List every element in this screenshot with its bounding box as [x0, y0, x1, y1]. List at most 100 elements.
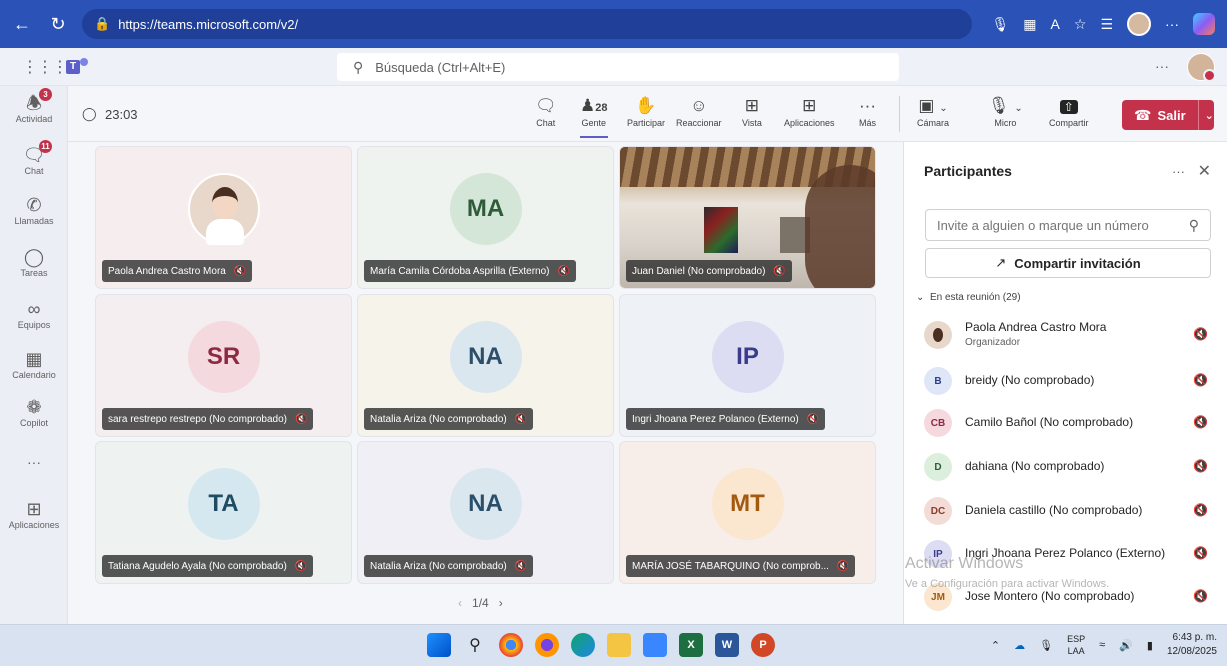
video-tile-camera[interactable]: Juan Daniel (No comprobado) 🔇	[619, 146, 876, 289]
snipping-tool-icon[interactable]	[643, 633, 667, 657]
participant-row[interactable]: JM Jose Montero (No comprobado) 🔇	[924, 580, 1224, 614]
chat-badge: 11	[39, 140, 52, 153]
tool-participar[interactable]: ✋ Participar	[627, 94, 665, 128]
video-tile[interactable]: IP Ingri Jhoana Perez Polanco (Externo) 🔇	[619, 294, 876, 437]
rail-item-actividad[interactable]: 🕭 3 Actividad	[0, 88, 68, 124]
rail-item-more[interactable]: ···	[0, 454, 68, 470]
favorite-star-icon[interactable]: ☆	[1074, 16, 1087, 33]
share-screen-button[interactable]: ⇧ Compartir	[1049, 94, 1089, 128]
video-tile[interactable]: Paola Andrea Castro Mora 🔇	[95, 146, 352, 289]
rail-item-copilot[interactable]: ❁ Copilot	[0, 396, 68, 428]
tile-name: Natalia Ariza (No comprobado)	[370, 560, 507, 572]
leave-button[interactable]: ☎ Salir ⌄	[1122, 100, 1214, 130]
battery-icon[interactable]: ▮	[1147, 639, 1153, 652]
rail-item-tareas[interactable]: ◯ Tareas	[0, 246, 68, 278]
tool-reaccionar[interactable]: ☺ Reaccionar	[676, 94, 722, 128]
video-tile[interactable]: MA María Camila Córdoba Asprilla (Extern…	[357, 146, 614, 289]
excel-icon[interactable]: X	[679, 633, 703, 657]
mic-off-icon: 🔇	[514, 560, 528, 572]
participant-row[interactable]: DC Daniela castillo (No comprobado) 🔇	[924, 494, 1224, 528]
rail-label: Actividad	[15, 114, 53, 124]
rail-item-aplicaciones[interactable]: ⊞ Aplicaciones	[0, 498, 68, 530]
file-explorer-icon[interactable]	[607, 633, 631, 657]
chevron-up-icon[interactable]: ⌃	[991, 639, 1000, 652]
participant-row[interactable]: B breidy (No comprobado) 🔇	[924, 364, 1224, 398]
name-tag: Tatiana Agudelo Ayala (No comprobado) 🔇	[102, 555, 314, 577]
teams-logo-icon: T	[66, 57, 88, 76]
copilot-icon[interactable]	[1193, 13, 1215, 35]
chrome-icon[interactable]	[499, 633, 523, 657]
user-avatar[interactable]	[1187, 53, 1216, 82]
meeting-toolbar: ◯ 23:03 🗨 Chat ♟28 Gente ✋ Participar ☺ …	[68, 86, 1227, 142]
chevron-down-icon[interactable]: ⌄	[1205, 109, 1214, 122]
language-indicator[interactable]: ESP LAA	[1067, 633, 1085, 657]
video-tile[interactable]: NA Natalia Ariza (No comprobado) 🔇	[357, 294, 614, 437]
grid-icon: ⊞	[744, 96, 760, 115]
chat-icon: 🗨 11	[22, 140, 52, 166]
volume-icon[interactable]: 🔊	[1119, 639, 1133, 652]
participant-row[interactable]: IP Ingri Jhoana Perez Polanco (Externo) …	[924, 537, 1224, 571]
tasks-icon: ◯	[23, 247, 45, 267]
header-more-icon[interactable]: ···	[1155, 58, 1169, 74]
phone-icon: ✆	[26, 195, 42, 215]
invite-input[interactable]	[925, 209, 1211, 241]
mic-toggle[interactable]: 🎙 ⌄ Micro	[988, 94, 1023, 128]
tile-name: MARÍA JOSÉ TABARQUINO (No comprob...	[632, 560, 829, 572]
share-invitation-button[interactable]: ↗ Compartir invitación	[925, 248, 1211, 278]
wifi-icon[interactable]: ≈	[1099, 639, 1105, 651]
edge-icon[interactable]	[571, 633, 595, 657]
back-icon[interactable]: ←	[8, 10, 36, 38]
app-launcher-icon[interactable]: ⋮⋮⋮	[22, 57, 68, 77]
rail-item-llamadas[interactable]: ✆ Llamadas	[0, 194, 68, 226]
participant-row[interactable]: D dahiana (No comprobado) 🔇	[924, 450, 1224, 484]
teams-icon: ∞	[27, 299, 41, 319]
rail-item-calendario[interactable]: ▦ Calendario	[0, 348, 68, 380]
video-tile[interactable]: NA Natalia Ariza (No comprobado) 🔇	[357, 441, 614, 584]
mic-icon[interactable]: 🎙	[992, 16, 1010, 33]
camera-toggle[interactable]: ▣ ⌄ Cámara	[917, 94, 949, 128]
video-tile[interactable]: SR sara restrepo restrepo (No comprobado…	[95, 294, 352, 437]
tool-mas[interactable]: ··· Más	[859, 94, 876, 128]
search-icon[interactable]: ⚲	[463, 633, 487, 657]
tool-vista[interactable]: ⊞ Vista	[742, 94, 762, 128]
firefox-icon[interactable]	[535, 633, 559, 657]
video-tile[interactable]: TA Tatiana Agudelo Ayala (No comprobado)…	[95, 441, 352, 584]
mic-icon[interactable]: 🎙	[1039, 639, 1053, 652]
tile-name: Paola Andrea Castro Mora	[108, 265, 226, 277]
address-bar[interactable]: 🔒 https://teams.microsoft.com/v2/	[82, 9, 972, 39]
participant-row[interactable]: Paola Andrea Castro Mora Organizador 🔇	[924, 318, 1224, 352]
clock-date: 12/08/2025	[1166, 646, 1217, 657]
powerpoint-icon[interactable]: P	[751, 633, 775, 657]
browser-profile-avatar[interactable]	[1127, 12, 1151, 36]
favorites-list-icon[interactable]: ☰	[1100, 16, 1113, 33]
tool-aplicaciones[interactable]: ⊞ Aplicaciones	[784, 94, 835, 128]
chevron-right-icon[interactable]: ›	[499, 596, 503, 610]
chevron-left-icon[interactable]: ‹	[458, 596, 462, 610]
tool-label: Participar	[627, 118, 666, 128]
read-aloud-icon[interactable]: A	[1051, 16, 1060, 32]
rail-item-equipos[interactable]: ∞ Equipos	[0, 298, 68, 330]
video-tile[interactable]: MT MARÍA JOSÉ TABARQUINO (No comprob... 🔇	[619, 441, 876, 584]
rail-item-chat[interactable]: 🗨 11 Chat	[0, 140, 68, 176]
participant-name: breidy (No comprobado)	[965, 373, 1095, 387]
apps-icon[interactable]: ▦	[1023, 16, 1036, 33]
clock-time: 6:43 p. m.	[1172, 632, 1217, 643]
browser-toolbar: ← ↻ 🔒 https://teams.microsoft.com/v2/ 🎙 …	[0, 0, 1227, 48]
mic-off-icon: 🔇	[233, 265, 247, 277]
word-icon[interactable]: W	[715, 633, 739, 657]
mic-off-icon: 🔇	[1193, 459, 1208, 473]
participant-row[interactable]: CB Camilo Bañol (No comprobado) 🔇	[924, 406, 1224, 440]
panel-more-icon[interactable]: ···	[1172, 164, 1185, 179]
browser-more-icon[interactable]: ···	[1165, 16, 1179, 32]
tool-gente[interactable]: ♟28 Gente	[580, 94, 608, 138]
clock[interactable]: 6:43 p. m. 12/08/2025	[1167, 631, 1217, 659]
close-icon[interactable]: ✕	[1198, 161, 1211, 181]
onedrive-icon[interactable]: ☁	[1014, 639, 1025, 652]
chevron-down-icon[interactable]: ⌄	[1014, 103, 1022, 114]
section-header[interactable]: ⌄ En esta reunión (29)	[916, 292, 1021, 303]
refresh-icon[interactable]: ↻	[44, 10, 72, 38]
chevron-down-icon[interactable]: ⌄	[939, 103, 947, 114]
windows-start-icon[interactable]	[427, 633, 451, 657]
tool-chat[interactable]: 🗨 Chat	[535, 94, 557, 128]
search-input[interactable]: ⚲ Búsqueda (Ctrl+Alt+E)	[337, 53, 899, 81]
